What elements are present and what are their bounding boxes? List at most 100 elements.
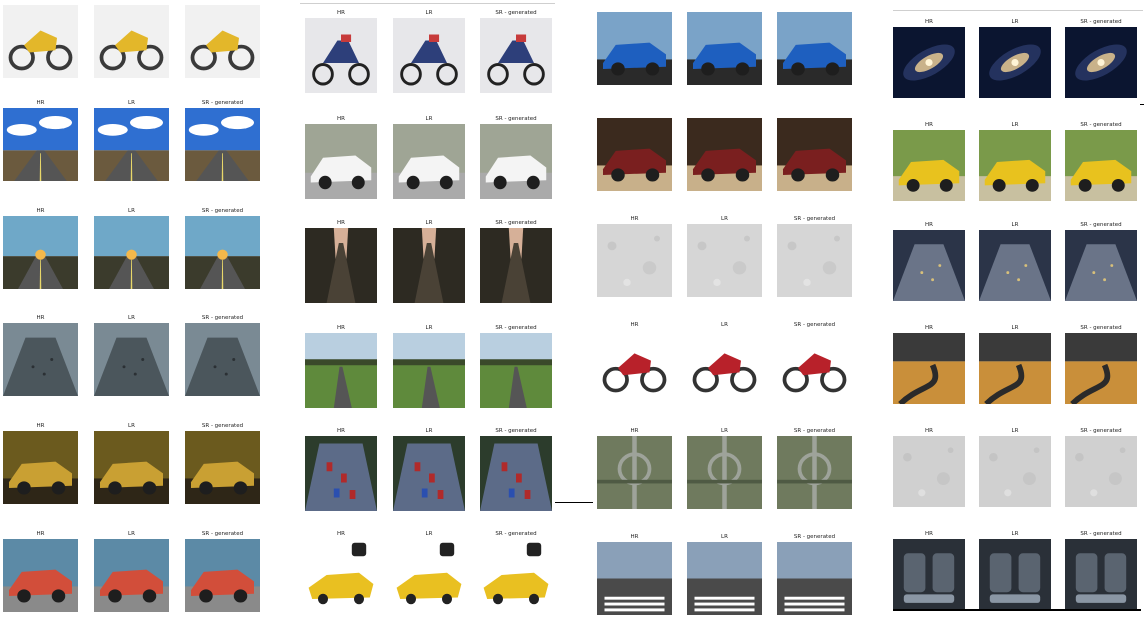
thumbnail-graphic <box>393 18 465 93</box>
comparison-cell-hr: HR <box>893 222 965 313</box>
thumbnail-graphic <box>979 539 1051 610</box>
thumbnail-night-highway <box>185 323 260 396</box>
thumbnail-toy-car <box>393 539 465 614</box>
thumbnail-asphalt-texture <box>893 436 965 507</box>
thumbnail-traffic-highway <box>979 230 1051 301</box>
thumbnail-yellow-car-grass <box>893 130 965 201</box>
thumbnail-graphic <box>597 12 672 85</box>
thumbnail-graphic <box>94 539 169 612</box>
thumbnail-graphic <box>687 12 762 85</box>
thumbnail-asphalt-texture <box>687 224 762 297</box>
comparison-cell-lr: LR <box>393 116 465 211</box>
thumbnail-graphic <box>1065 130 1137 201</box>
column-label-lr: LR <box>128 208 135 214</box>
comparison-cell-sr: SR - generated <box>777 428 852 521</box>
comparison-cell-lr: LR <box>94 208 169 301</box>
thumbnail-red-vintage-car <box>185 539 260 612</box>
column-label-hr: HR <box>925 122 933 128</box>
thumbnail-graphic <box>480 436 552 511</box>
thumbnail-scooter <box>305 18 377 93</box>
column-label-hr: HR <box>337 10 345 16</box>
thumbnail-graphic <box>777 436 852 509</box>
comparison-cell-lr: LR <box>979 19 1051 110</box>
thumbnail-yellow-car-grass <box>979 130 1051 201</box>
thumbnail-graphic <box>893 130 965 201</box>
thumbnail-graphic <box>687 436 762 509</box>
comparison-cell-sr: SR - generated <box>185 531 260 624</box>
comparison-cell-hr: HR <box>305 10 377 105</box>
column-label-lr: LR <box>1011 531 1019 537</box>
column-label-hr: HR <box>925 428 933 434</box>
comparison-cell-sr <box>185 5 260 90</box>
comparison-cell-sr: SR - generated <box>185 315 260 408</box>
thumbnail-race-cars <box>393 436 465 511</box>
thumbnail-blue-sports-car <box>777 12 852 85</box>
comparison-cell-sr: SR - generated <box>480 116 552 211</box>
thumbnail-graphic <box>480 539 552 614</box>
thumbnail-yellow-motorcycle <box>94 5 169 78</box>
thumbnail-graphic <box>3 108 78 181</box>
thumbnail-red-vintage-car <box>94 539 169 612</box>
thumbnail-graphic <box>94 431 169 504</box>
thumbnail-toy-car <box>305 539 377 614</box>
thumbnail-graphic <box>94 108 169 181</box>
thumbnail-graphic <box>1065 539 1137 610</box>
thumbnail-yellow-car-grass <box>1065 130 1137 201</box>
column-label-sr: SR - generated <box>495 116 537 122</box>
column-label-hr: HR <box>337 428 345 434</box>
column-label-hr: HR <box>925 222 933 228</box>
column-label-sr: SR - generated <box>1080 122 1122 128</box>
comparison-cell-lr: LR <box>687 534 762 627</box>
comparison-cell-hr: HR <box>305 220 377 315</box>
thumbnail-graphic <box>979 130 1051 201</box>
thumbnail-graphic <box>979 436 1051 507</box>
thumbnail-graphic <box>305 539 377 614</box>
comparison-cell-hr: HR <box>597 534 672 627</box>
thumbnail-graphic <box>687 542 762 615</box>
thumbnail-dark-car-street <box>777 118 852 191</box>
column-label-sr: SR - generated <box>1080 428 1122 434</box>
panel-4-bottom-rule <box>893 609 1141 611</box>
column-label-lr: LR <box>425 116 433 122</box>
column-label-hr: HR <box>630 534 639 540</box>
column-label-sr: SR - generated <box>793 322 836 328</box>
thumbnail-toy-car <box>480 539 552 614</box>
comparison-cell-hr: HR <box>597 322 672 415</box>
thumbnail-asphalt-texture <box>1065 436 1137 507</box>
comparison-cell-hr: HR <box>3 315 78 408</box>
thumbnail-asphalt-texture <box>979 436 1051 507</box>
column-label-lr: LR <box>425 531 433 537</box>
thumbnail-blue-sky-road <box>94 108 169 181</box>
comparison-cell-hr <box>3 5 78 90</box>
thumbnail-graphic <box>393 333 465 408</box>
thumbnail-white-car <box>480 124 552 199</box>
comparison-cell-sr: SR - generated <box>480 428 552 523</box>
column-label-lr: LR <box>425 220 433 226</box>
thumbnail-graphic <box>393 228 465 303</box>
thumbnail-night-highway <box>94 323 169 396</box>
thumbnail-white-car <box>393 124 465 199</box>
thumbnail-graphic <box>185 323 260 396</box>
thumbnail-winding-road <box>979 333 1051 404</box>
thumbnail-night-highway <box>3 323 78 396</box>
comparison-cell-sr: SR - generated <box>480 10 552 105</box>
column-label-sr: SR - generated <box>201 100 244 106</box>
thumbnail-graphic <box>893 333 965 404</box>
thumbnail-sunset-road <box>94 216 169 289</box>
column-label-hr: HR <box>925 19 933 25</box>
panel-4-top-rule <box>893 10 1143 11</box>
thumbnail-graphic <box>393 436 465 511</box>
comparison-cell-hr: HR <box>893 325 965 416</box>
thumbnail-graphic <box>777 330 852 403</box>
thumbnail-graphic <box>1065 436 1137 507</box>
thumbnail-graphic <box>687 330 762 403</box>
comparison-cell-lr: LR <box>393 220 465 315</box>
comparison-cell-sr: SR - generated <box>480 220 552 315</box>
comparison-cell-lr <box>687 12 762 97</box>
comparison-cell-hr: HR <box>3 423 78 516</box>
comparison-cell-sr: SR - generated <box>480 325 552 420</box>
column-label-sr: SR - generated <box>793 216 836 222</box>
comparison-cell-lr: LR <box>393 10 465 105</box>
column-label-sr: SR - generated <box>1080 222 1122 228</box>
comparison-cell-sr: SR - generated <box>777 322 852 415</box>
